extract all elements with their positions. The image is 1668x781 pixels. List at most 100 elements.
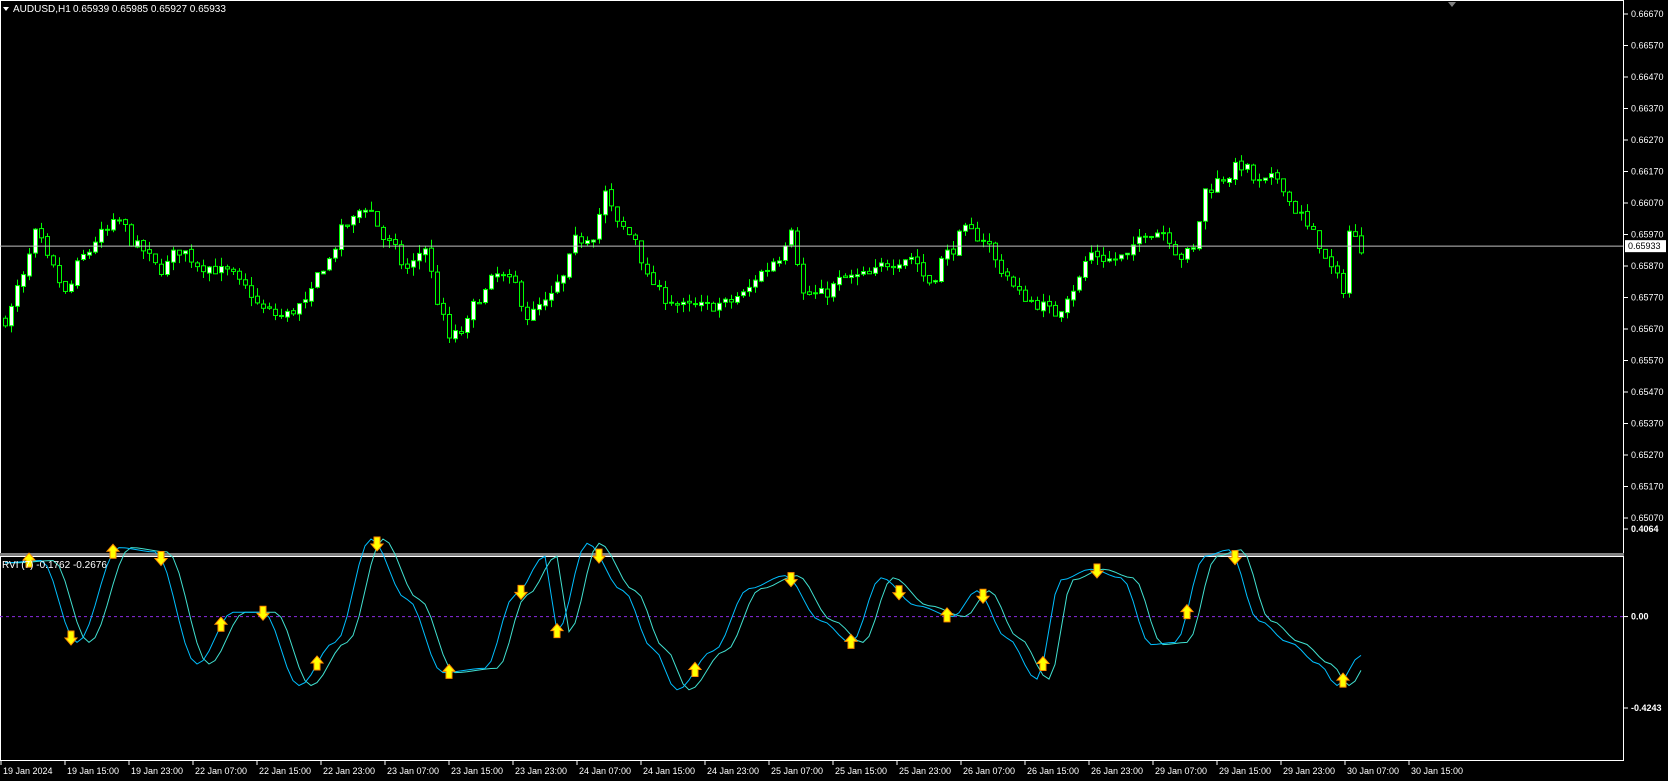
price-tick-label: 0.65570	[1631, 356, 1664, 366]
candle-body	[699, 301, 704, 307]
candle-body	[759, 270, 764, 282]
candle-body	[585, 240, 590, 245]
current-price-label: 0.65933	[1628, 241, 1661, 251]
candle-body	[195, 262, 200, 268]
time-tick-label: 19 Jan 2024	[3, 766, 53, 776]
candle-body	[1095, 250, 1100, 258]
candle-body	[291, 310, 296, 315]
candle-body	[243, 279, 248, 286]
time-tick-label: 29 Jan 23:00	[1283, 766, 1335, 776]
candle-body	[459, 331, 464, 334]
candle-body	[729, 299, 734, 303]
candle-body	[1359, 235, 1364, 254]
time-tick-label: 25 Jan 07:00	[771, 766, 823, 776]
candle-body	[969, 224, 974, 230]
candle-body	[1227, 177, 1232, 183]
candle-body	[429, 247, 434, 272]
candle-body	[927, 275, 932, 284]
candle-body	[633, 234, 638, 240]
candle-body	[279, 314, 284, 317]
candle-body	[69, 283, 74, 292]
candle-body	[831, 283, 836, 298]
candle-body	[1275, 172, 1280, 180]
candle-body	[435, 271, 440, 305]
rvi-tick-label: -0.4243	[1631, 703, 1662, 713]
candle-body	[651, 272, 656, 286]
candle-body	[27, 253, 32, 277]
candle-body	[843, 275, 848, 279]
time-tick-label: 24 Jan 07:00	[579, 766, 631, 776]
candle-body	[363, 209, 368, 213]
time-tick-label: 22 Jan 07:00	[195, 766, 247, 776]
candle-body	[1215, 178, 1220, 193]
price-tick-label: 0.65170	[1631, 482, 1664, 492]
candle-body	[351, 215, 356, 226]
candle-body	[405, 263, 410, 269]
candle-body	[1089, 252, 1094, 261]
candle-body	[63, 280, 68, 292]
candle-body	[1101, 254, 1106, 262]
candle-body	[231, 268, 236, 272]
time-tick-label: 29 Jan 07:00	[1155, 766, 1207, 776]
candle-body	[885, 263, 890, 268]
chart-canvas[interactable]: 0.66670 0.66570 0.66470 0.66370 0.66270 0.661…	[0, 0, 1668, 781]
candle-body	[1077, 276, 1082, 291]
candle-body	[1239, 160, 1244, 171]
candle-body	[525, 306, 530, 321]
candle-body	[213, 265, 218, 275]
candle-body	[549, 292, 554, 301]
pane-splitter[interactable]	[0, 553, 1624, 556]
time-tick-label: 25 Jan 23:00	[899, 766, 951, 776]
candle-body	[501, 274, 506, 277]
candle-body	[645, 263, 650, 275]
ohlc-values: 0.65939 0.65985 0.65927 0.65933	[73, 4, 226, 15]
candle-body	[897, 264, 902, 269]
candle-body	[765, 269, 770, 272]
price-tick-label: 0.65270	[1631, 450, 1664, 460]
candle-body	[825, 288, 830, 298]
candle-body	[903, 259, 908, 267]
candle-body	[747, 286, 752, 293]
candle-body	[1035, 299, 1040, 310]
candle-body	[603, 190, 608, 216]
time-tick-label: 24 Jan 23:00	[707, 766, 759, 776]
candle-body	[483, 289, 488, 304]
candle-body	[1293, 200, 1298, 214]
candle-body	[861, 271, 866, 275]
price-tick-label: 0.65070	[1631, 513, 1664, 523]
candle-body	[1341, 272, 1346, 295]
candle-body	[255, 295, 260, 304]
candle-body	[987, 240, 992, 245]
candle-body	[111, 219, 116, 231]
price-tick-label: 0.66670	[1631, 9, 1664, 19]
time-tick-label: 22 Jan 15:00	[259, 766, 311, 776]
candle-body	[105, 228, 110, 231]
candle-body	[207, 266, 212, 274]
candle-body	[3, 317, 8, 327]
candle-body	[267, 306, 272, 309]
time-tick-label: 30 Jan 15:00	[1411, 766, 1463, 776]
candle-body	[1137, 236, 1142, 245]
candle-body	[711, 302, 716, 312]
candle-body	[1017, 286, 1022, 291]
candle-body	[873, 267, 878, 274]
candle-body	[813, 292, 818, 295]
price-tick-label: 0.65470	[1631, 387, 1664, 397]
candle-body	[393, 239, 398, 245]
time-tick-label: 23 Jan 07:00	[387, 766, 439, 776]
candle-body	[609, 189, 614, 207]
candle-body	[315, 272, 320, 288]
candle-body	[1251, 164, 1256, 181]
candle-body	[621, 220, 626, 227]
time-tick-label: 25 Jan 15:00	[835, 766, 887, 776]
candle-body	[1083, 260, 1088, 278]
candle-body	[1107, 258, 1112, 262]
time-tick-label: 23 Jan 15:00	[451, 766, 503, 776]
candle-body	[1161, 232, 1166, 235]
candle-body	[867, 270, 872, 275]
time-tick-label: 26 Jan 07:00	[963, 766, 1015, 776]
candle-body	[375, 211, 380, 227]
candle-body	[849, 274, 854, 279]
candle-body	[381, 226, 386, 241]
candle-body	[477, 302, 482, 305]
